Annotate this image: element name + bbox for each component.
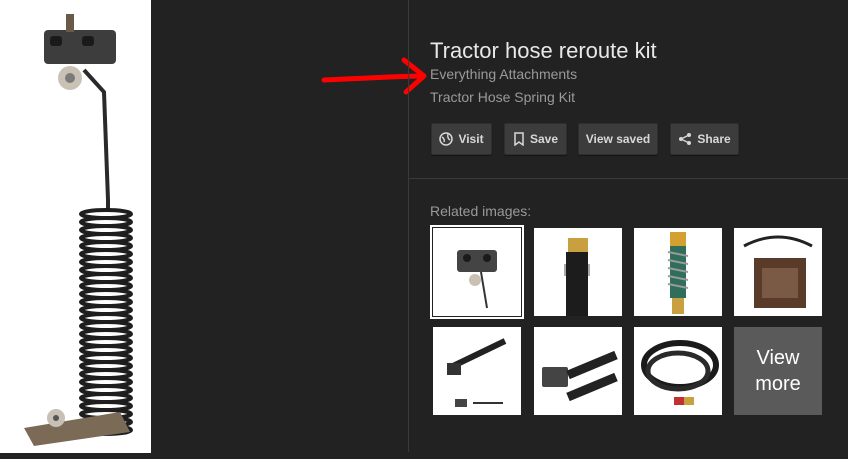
- related-thumb-6[interactable]: [534, 327, 622, 415]
- save-button[interactable]: Save: [504, 123, 567, 155]
- share-icon: [679, 133, 692, 145]
- related-thumb-4[interactable]: [734, 228, 822, 316]
- view-more-label: View more: [755, 347, 801, 395]
- related-thumb-7[interactable]: [634, 327, 722, 415]
- save-label: Save: [529, 132, 559, 146]
- view-saved-label: View saved: [585, 132, 651, 146]
- bookmark-icon: [514, 132, 524, 146]
- globe-icon: [439, 132, 454, 146]
- source-site[interactable]: Everything Attachments: [430, 66, 577, 82]
- image-title[interactable]: Tractor hose reroute kit: [430, 38, 657, 64]
- main-preview-image[interactable]: [0, 0, 151, 453]
- visit-label: Visit: [458, 132, 484, 146]
- horizontal-divider: [409, 178, 848, 179]
- related-thumb-2[interactable]: [534, 228, 622, 316]
- related-thumb-5[interactable]: [433, 327, 521, 415]
- share-button[interactable]: Share: [670, 123, 739, 155]
- view-saved-button[interactable]: View saved: [578, 123, 658, 155]
- visit-button[interactable]: Visit: [431, 123, 492, 155]
- related-images-label: Related images:: [430, 203, 532, 219]
- image-subtitle: Tractor Hose Spring Kit: [430, 89, 575, 105]
- related-thumb-3[interactable]: [634, 228, 722, 316]
- info-pane: Tractor hose reroute kit Everything Atta…: [409, 0, 848, 459]
- related-thumb-1[interactable]: [430, 225, 524, 319]
- view-more-tile[interactable]: View more: [734, 327, 822, 415]
- share-label: Share: [697, 132, 731, 146]
